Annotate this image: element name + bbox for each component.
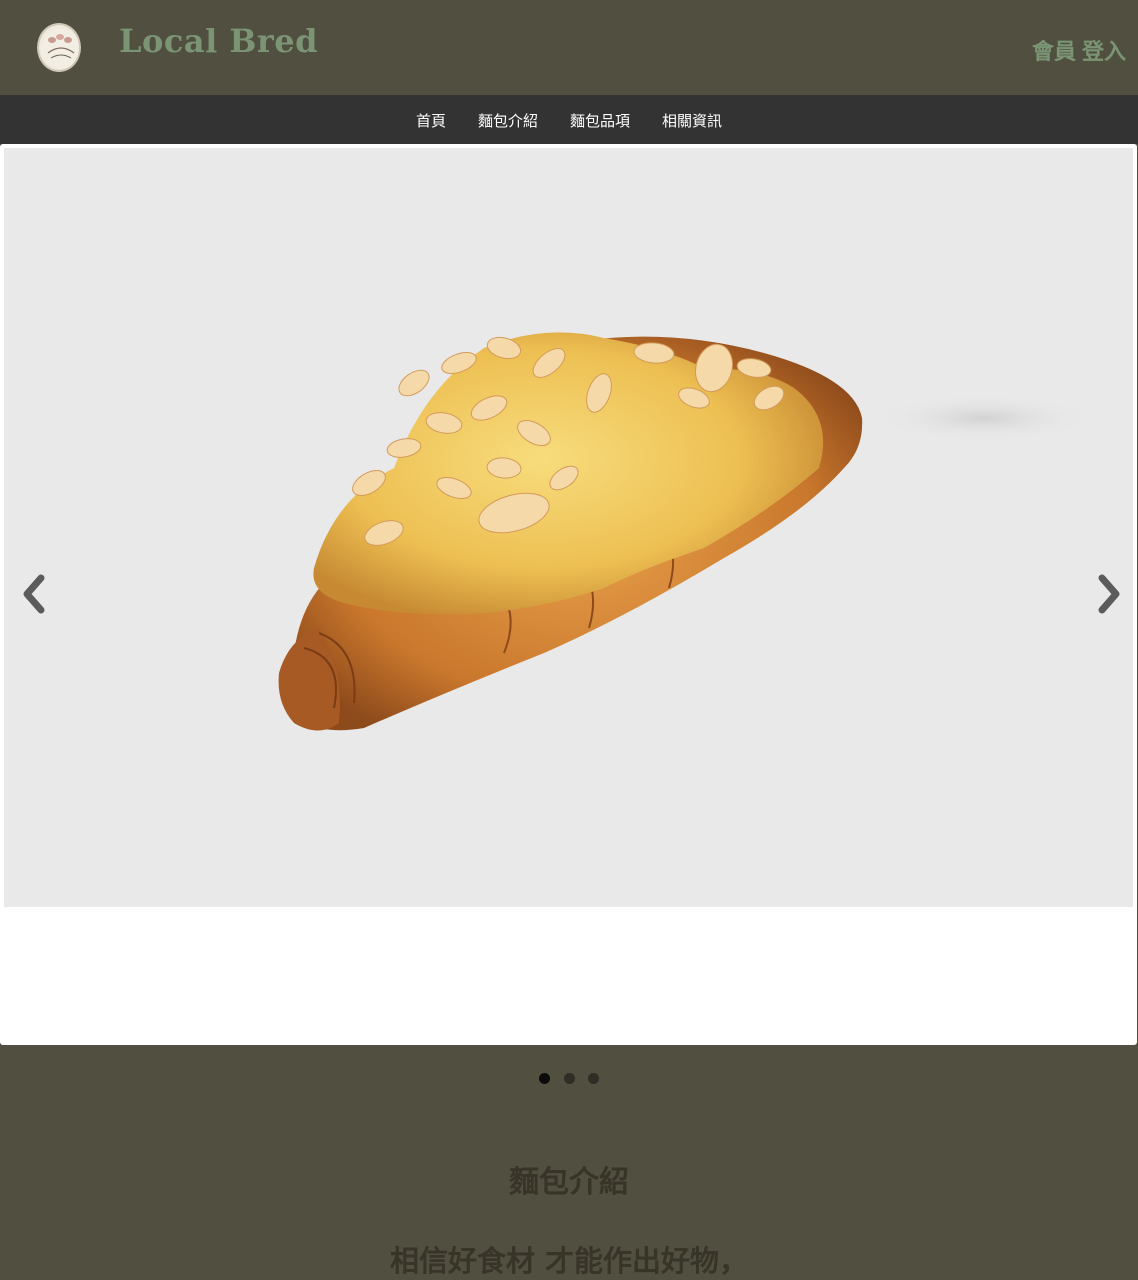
logo-icon[interactable] [37,23,81,72]
indicator-dot-3[interactable] [587,1073,599,1084]
indicator-dot-1[interactable] [539,1073,551,1084]
nav-item-bread-items[interactable]: 麵包品項 [570,110,630,131]
indicator-dot-2[interactable] [563,1073,575,1084]
nav-item-bread-intro[interactable]: 麵包介紹 [478,110,538,131]
carousel-slide [4,148,1133,907]
carousel-indicators [0,1069,1138,1088]
brand-title[interactable]: Local Bred [119,22,318,60]
chevron-left-icon[interactable] [18,572,48,616]
section-title: 麵包介紹 [509,1165,629,1200]
hero-carousel [0,144,1137,1045]
login-link[interactable]: 登入 [1082,40,1126,65]
section-text: 相信好食材 才能作出好物， [389,1244,749,1278]
nav-item-home[interactable]: 首頁 [416,110,446,131]
chevron-right-icon[interactable] [1095,572,1125,616]
member-link[interactable]: 會員 [1032,40,1076,65]
auth-links: 會員 登入 [1026,34,1126,66]
site-header: Local Bred 會員 登入 [0,0,1138,95]
nav-item-info[interactable]: 相關資訊 [662,110,722,131]
croissant-image [278,332,1094,731]
main-nav: 首頁 麵包介紹 麵包品項 相關資訊 [0,95,1138,144]
